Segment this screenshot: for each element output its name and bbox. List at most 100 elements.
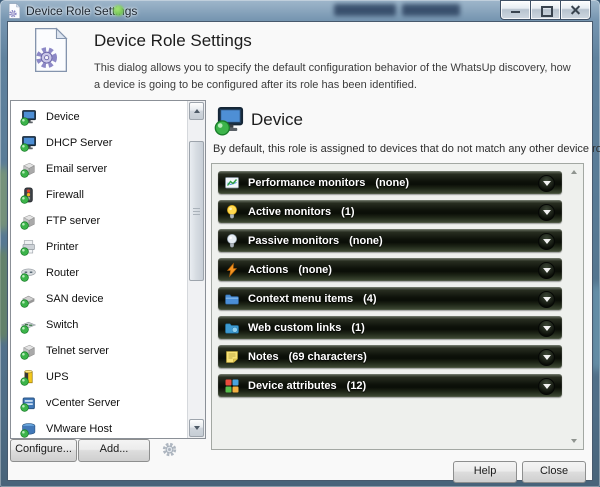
section-label: Passive monitors	[248, 234, 340, 247]
section-label: Context menu items	[248, 292, 354, 305]
list-item-label: vCenter Server	[46, 397, 120, 409]
list-item-printer[interactable]: Printer	[11, 234, 188, 260]
section-label: Active monitors	[248, 205, 332, 218]
expand-arrow-button[interactable]	[538, 175, 555, 192]
expand-arrow-button[interactable]	[538, 204, 555, 221]
close-window-button[interactable]	[560, 0, 591, 20]
settings-document-icon	[32, 27, 70, 73]
vmware-host-icon	[20, 421, 37, 438]
close-button[interactable]: Close	[522, 461, 586, 483]
minimize-icon	[511, 11, 520, 13]
section-label: Web custom links	[248, 321, 342, 334]
page-title: Device Role Settings	[94, 31, 252, 50]
section-label: Actions	[248, 263, 289, 276]
section-label: Notes	[248, 350, 279, 363]
computer-icon	[20, 109, 37, 126]
panel-scrollbar[interactable]	[567, 165, 582, 448]
section-count: (none)	[375, 176, 409, 189]
gear-icon[interactable]	[161, 441, 178, 458]
computer-icon	[20, 135, 37, 152]
maximize-icon	[541, 6, 553, 17]
switch-icon	[20, 317, 37, 334]
section-count: (1)	[341, 205, 355, 218]
list-item-label: Switch	[46, 319, 79, 331]
ups-battery-icon	[20, 369, 37, 386]
list-item-telnet-server[interactable]: Telnet server	[11, 338, 188, 364]
section-count: (12)	[346, 379, 367, 392]
expand-arrow-button[interactable]	[538, 291, 555, 308]
list-item-label: VMware Host	[46, 423, 113, 435]
device-attributes-icon	[224, 378, 240, 394]
scroll-down-button[interactable]	[189, 419, 204, 437]
list-item-device[interactable]: Device	[11, 104, 188, 130]
list-item-ftp-server[interactable]: FTP server	[11, 208, 188, 234]
role-settings-panel: Performance monitors (none) Active monitor…	[211, 163, 584, 450]
passive-monitor-bulb-icon	[224, 233, 240, 249]
dialog-body: Device Role Settings This dialog allows …	[7, 21, 600, 483]
performance-chart-icon	[224, 175, 240, 191]
glass-reflection	[592, 285, 600, 370]
redacted-text	[402, 4, 460, 16]
section-bar-performance-monitors[interactable]: Performance monitors (none)	[218, 171, 562, 194]
san-storage-icon	[20, 291, 37, 308]
section-bar-web-custom-links[interactable]: Web custom links (1)	[218, 316, 562, 339]
list-item-label: Router	[46, 267, 80, 279]
list-item-label: FTP server	[46, 215, 101, 227]
help-button[interactable]: Help	[453, 461, 517, 483]
list-scrollbar[interactable]	[187, 101, 205, 438]
list-item-vcenter-server[interactable]: vCenter Server	[11, 390, 188, 416]
list-item-router[interactable]: Router	[11, 260, 188, 286]
active-monitor-bulb-icon	[224, 204, 240, 220]
section-label: Performance monitors	[248, 176, 366, 189]
list-item-ups[interactable]: UPS	[11, 364, 188, 390]
chevron-down-icon	[542, 355, 551, 360]
expand-arrow-button[interactable]	[538, 320, 555, 337]
section-bar-passive-monitors[interactable]: Passive monitors (none)	[218, 229, 562, 252]
titlebar: Device Role Settings	[0, 0, 600, 22]
list-item-switch[interactable]: Switch	[11, 312, 188, 338]
device-role-icon	[214, 105, 245, 136]
section-bar-context-menu-items[interactable]: Context menu items (4)	[218, 287, 562, 310]
chevron-down-icon	[542, 297, 551, 302]
scrollbar-thumb[interactable]	[189, 141, 204, 281]
configure-button[interactable]: Configure...	[10, 439, 77, 462]
arrow-up-icon	[193, 109, 200, 113]
minimize-button[interactable]	[500, 0, 531, 20]
redacted-text	[334, 4, 396, 16]
list-item-label: DHCP Server	[46, 137, 113, 149]
section-bar-actions[interactable]: Actions (none)	[218, 258, 562, 281]
maximize-button[interactable]	[530, 0, 561, 20]
device-role-list: Device DHCP Server Email server Firewall FTP…	[10, 100, 206, 439]
section-bar-notes[interactable]: Notes (69 characters)	[218, 345, 562, 368]
crate-icon	[20, 161, 37, 178]
context-menu-folder-icon	[224, 291, 240, 307]
expand-arrow-button[interactable]	[538, 349, 555, 366]
arrow-down-icon	[193, 426, 200, 430]
list-item-firewall[interactable]: Firewall	[11, 182, 188, 208]
list-item-dhcp-server[interactable]: DHCP Server	[11, 130, 188, 156]
expand-arrow-button[interactable]	[538, 233, 555, 250]
expand-arrow-button[interactable]	[538, 378, 555, 395]
list-item-vmware-host[interactable]: VMware Host	[11, 416, 188, 438]
device-role-settings-window: Device Role Settings Device Role Setting…	[0, 0, 600, 487]
list-item-email-server[interactable]: Email server	[11, 156, 188, 182]
section-bar-device-attributes[interactable]: Device attributes (12)	[218, 374, 562, 397]
section-bar-active-monitors[interactable]: Active monitors (1)	[218, 200, 562, 223]
chevron-down-icon	[542, 326, 551, 331]
add-button[interactable]: Add...	[78, 439, 150, 462]
expand-arrow-button[interactable]	[538, 262, 555, 279]
list-item-label: Printer	[46, 241, 79, 253]
list-item-san-device[interactable]: SAN device	[11, 286, 188, 312]
list-item-label: Email server	[46, 163, 108, 175]
arrow-up-icon	[571, 170, 577, 174]
list-item-label: Telnet server	[46, 345, 109, 357]
section-count: (4)	[363, 292, 377, 305]
scroll-up-button[interactable]	[189, 102, 204, 120]
chevron-down-icon	[542, 210, 551, 215]
crate-icon	[20, 213, 37, 230]
window-icon	[7, 3, 22, 19]
role-description: By default, this role is assigned to dev…	[213, 143, 600, 155]
notes-icon	[224, 349, 240, 365]
section-label: Device attributes	[248, 379, 337, 392]
status-light-icon	[113, 5, 124, 16]
